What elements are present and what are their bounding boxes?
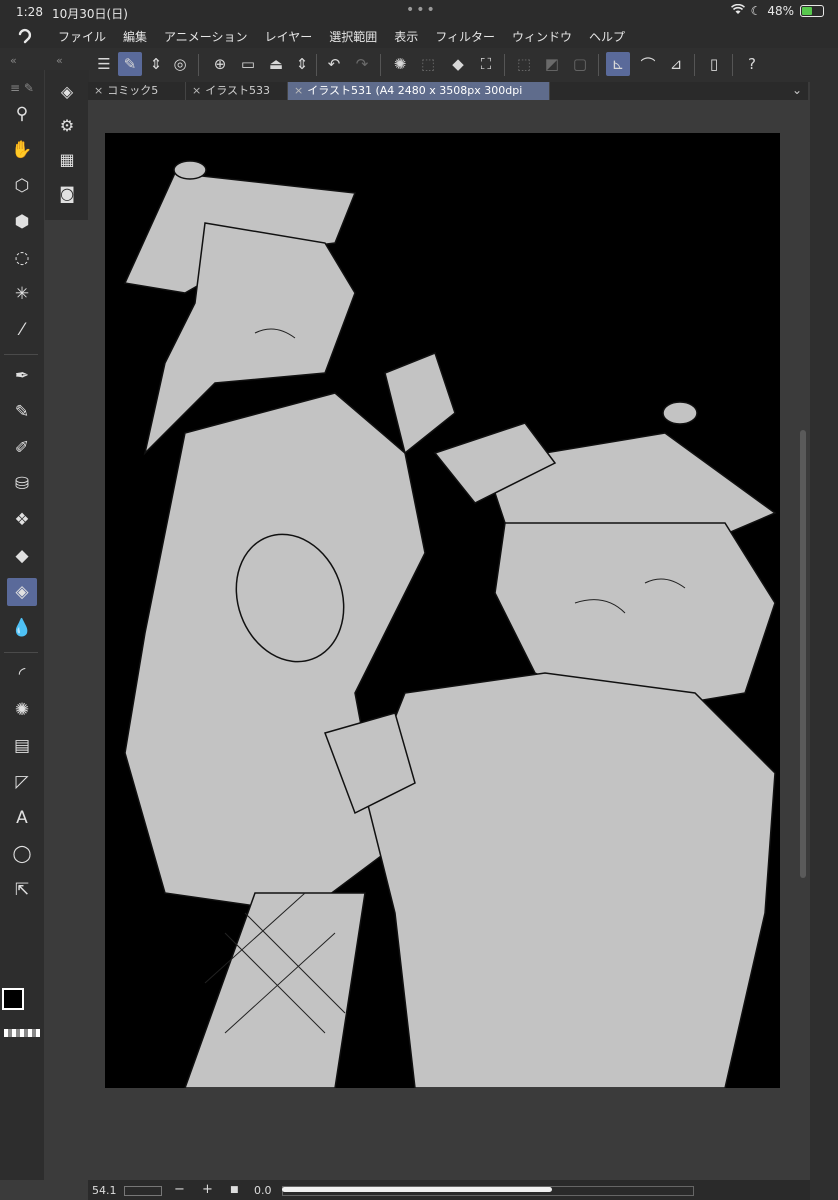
zoom-slider[interactable] — [124, 1186, 162, 1196]
blend-icon[interactable]: 💧 — [7, 614, 37, 642]
menu-item[interactable]: 選択範囲 — [329, 28, 377, 45]
document-tabs: × コミック5 × イラスト533 × イラスト531 (A4 2480 x 3508… — [88, 82, 808, 115]
status-date: 10月30日(日) — [52, 7, 128, 21]
brush-icon[interactable]: ✐ — [7, 434, 37, 462]
invert-selection-icon[interactable]: ◩ — [540, 52, 564, 76]
record-icon[interactable]: ◎ — [168, 52, 192, 76]
status-time: 1:28 — [16, 5, 43, 19]
hand-icon[interactable]: ✋ — [7, 136, 37, 164]
help-icon[interactable]: ? — [740, 52, 764, 76]
menu-item[interactable]: 編集 — [123, 28, 147, 45]
guide-icon[interactable]: ⊿ — [664, 52, 688, 76]
edit-layer-icon[interactable]: ✎ — [118, 52, 142, 76]
menu-bar: ファイル 編集 アニメーション レイヤー 選択範囲 表示 フィルター ウィンドウ ヘルプ — [0, 24, 838, 48]
color-swatch[interactable] — [0, 985, 44, 1045]
tab-illust531[interactable]: ×イラスト531 (A4 2480 x 3508px 300dpi 54.1%) — [288, 82, 550, 115]
pen-icon[interactable]: ✒ — [7, 362, 37, 390]
close-icon[interactable]: × — [192, 84, 201, 97]
zoom-in-button[interactable]: + — [202, 1182, 213, 1197]
pencil-icon[interactable]: ✎ — [7, 398, 37, 426]
figure-icon[interactable]: ✺ — [7, 696, 37, 724]
redo-icon[interactable]: ↷ — [350, 52, 374, 76]
close-icon[interactable]: × — [294, 84, 303, 97]
reset-button[interactable]: ■ — [230, 1185, 239, 1195]
magic-wand-icon[interactable]: ✳ — [7, 280, 37, 308]
command-bar: « « ☰ ✎ ⇕ ◎ ⊕ ▭ ⏏ ⇕ ↶ ↷ ✺ ⬚ ◆ ⛶ ⬚ ◩ ▢ ⊾ … — [0, 48, 838, 82]
menu-item[interactable]: ファイル — [58, 28, 106, 45]
moon-icon: ☾ — [750, 4, 762, 18]
tab-comic5[interactable]: × コミック5 — [88, 82, 186, 100]
device-icon[interactable]: ▯ — [702, 52, 726, 76]
rotation-value: 0.0 — [254, 1184, 272, 1197]
menu-item[interactable]: ヘルプ — [589, 28, 625, 45]
undo-icon[interactable]: ↶ — [322, 52, 346, 76]
tab-illust533[interactable]: × イラスト533 — [186, 82, 288, 100]
transform-icon[interactable]: ⛶ — [474, 52, 498, 76]
app-logo-icon[interactable] — [16, 27, 34, 45]
brush-snap-icon[interactable]: ⌒ — [636, 52, 660, 76]
vertical-scrollbar[interactable] — [800, 430, 806, 878]
menu-item[interactable]: 表示 — [394, 28, 418, 45]
right-panel-strip — [810, 48, 838, 1200]
close-gap-icon[interactable]: ▦ — [53, 146, 81, 172]
fill-icon[interactable]: ◆ — [446, 52, 470, 76]
lasso-icon[interactable]: ◌ — [7, 244, 37, 272]
wifi-icon — [730, 3, 745, 18]
decoration-icon[interactable]: ❖ — [7, 506, 37, 534]
collapse-left-icon[interactable]: « — [10, 54, 17, 67]
text-tool-icon[interactable]: A — [7, 804, 37, 832]
palette-menu-icon[interactable]: ≡ ✎ — [7, 74, 37, 102]
battery-icon — [800, 5, 824, 17]
save-icon[interactable]: ⏏ — [264, 52, 288, 76]
illustration-image — [123, 160, 777, 1088]
zoom-icon[interactable]: ⚲ — [7, 100, 37, 128]
zoom-value: 54.1 — [92, 1184, 117, 1197]
collapse-left-icon-2[interactable]: « — [56, 54, 63, 67]
chevron-down-icon[interactable]: ⌄ — [792, 83, 802, 97]
layer-move-icon[interactable]: ⬢ — [7, 208, 37, 236]
eyedropper-icon[interactable]: ⁄ — [7, 316, 37, 344]
select-all-icon[interactable]: ⬚ — [416, 52, 440, 76]
fill-tool-icon[interactable]: ◈ — [7, 578, 37, 606]
selection-border-icon[interactable]: ▢ — [568, 52, 592, 76]
sub-tool-palette: ◈ ⚙ ▦ ◙ — [44, 70, 89, 220]
loading-icon[interactable]: ✺ — [388, 52, 412, 76]
main-color-icon[interactable] — [2, 988, 24, 1010]
deselect-icon[interactable]: ⬚ — [512, 52, 536, 76]
zoom-out-button[interactable]: − — [174, 1182, 185, 1197]
close-icon[interactable]: × — [94, 84, 103, 97]
open-folder-icon[interactable]: ▭ — [236, 52, 260, 76]
multitask-dots-icon[interactable]: ••• — [406, 2, 437, 18]
paint-unfilled-icon[interactable]: ◙ — [53, 180, 81, 206]
fill-edit-layer-icon[interactable]: ◈ — [53, 78, 81, 104]
menu-icon[interactable]: ☰ — [92, 52, 116, 76]
battery-percent: 48% — [767, 4, 794, 18]
eraser-icon[interactable]: ◆ — [7, 542, 37, 570]
drawing-canvas[interactable] — [105, 133, 780, 1088]
menu-item[interactable]: レイヤー — [265, 28, 313, 45]
chevron-updown-icon-2[interactable]: ⇕ — [290, 52, 314, 76]
transparent-color-icon[interactable] — [4, 1029, 40, 1037]
tool-palette: ≡ ✎ ⚲ ✋ ⬡ ⬢ ◌ ✳ ⁄ ✒ ✎ ✐ ⛁ ❖ ◆ ◈ 💧 ◜ ✺ ▤ … — [0, 70, 44, 1180]
frame-icon[interactable]: ▤ — [7, 732, 37, 760]
object-icon[interactable]: ⬡ — [7, 172, 37, 200]
ruler-icon[interactable]: ◸ — [7, 768, 37, 796]
menu-item[interactable]: アニメーション — [164, 28, 248, 45]
new-file-icon[interactable]: ⊕ — [208, 52, 232, 76]
ruler-snap-icon[interactable]: ⊾ — [606, 52, 630, 76]
gradient-icon[interactable]: ◜ — [7, 660, 37, 688]
chevron-updown-icon[interactable]: ⇕ — [144, 52, 168, 76]
correct-line-icon[interactable]: ⇱ — [7, 876, 37, 904]
home-indicator[interactable] — [282, 1187, 552, 1192]
airbrush-icon[interactable]: ⛁ — [7, 470, 37, 498]
balloon-icon[interactable]: ◯ — [7, 840, 37, 868]
menu-item[interactable]: フィルター — [435, 28, 495, 45]
status-bar: 1:28 10月30日(日) ••• ☾ 48% — [0, 0, 838, 24]
menu-item[interactable]: ウィンドウ — [512, 28, 572, 45]
fill-reference-icon[interactable]: ⚙ — [53, 112, 81, 138]
